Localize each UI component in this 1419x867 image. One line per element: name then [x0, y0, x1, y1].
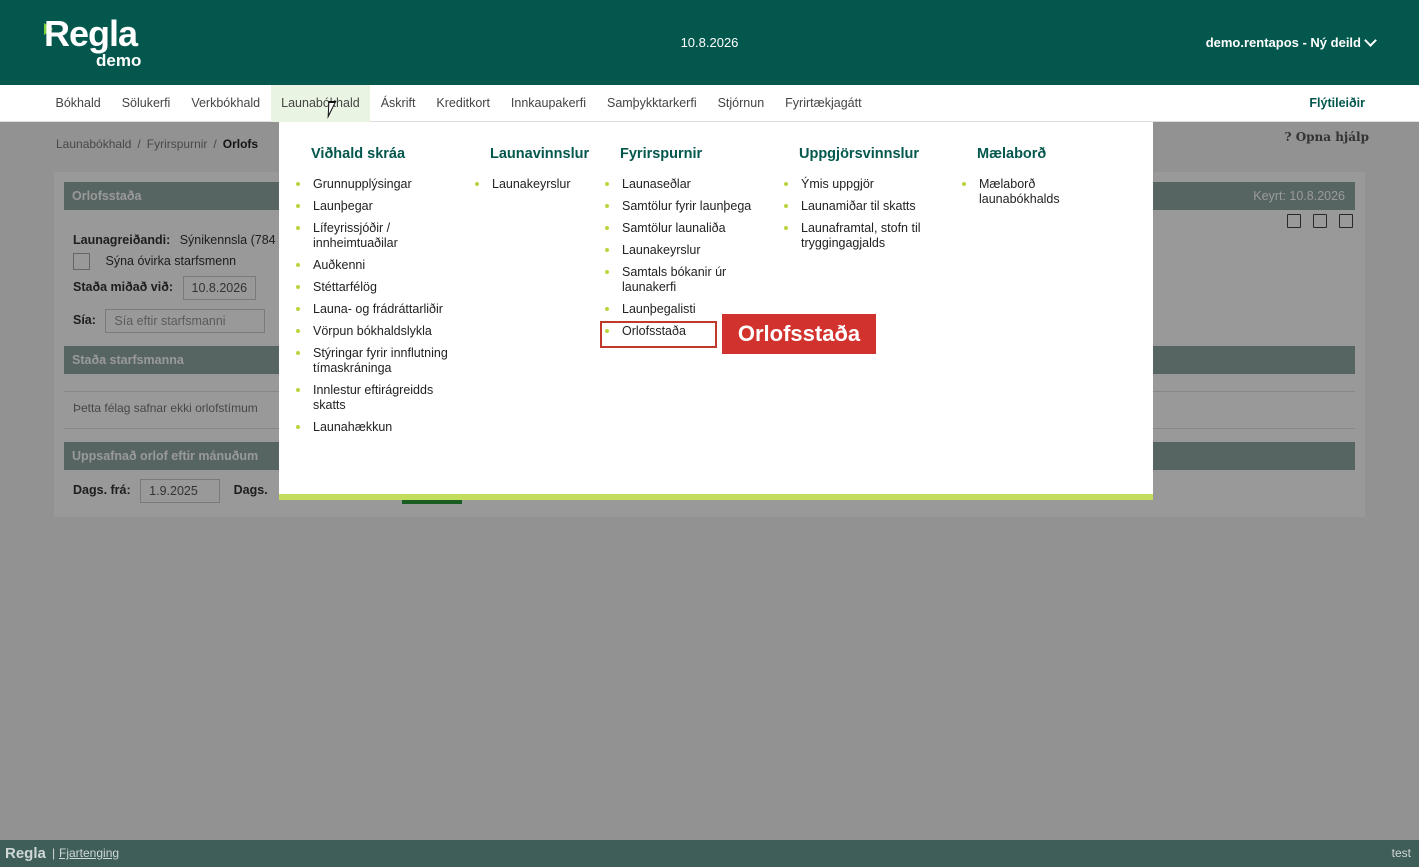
mega-menu-item[interactable]: Mælaborð launabókhalds	[962, 177, 1089, 207]
remote-link[interactable]: Fjartenging	[59, 840, 119, 867]
mega-menu-item-label: Launa- og frádráttarliðir	[313, 302, 443, 316]
mega-menu-list: Grunnupplýsingar Launþegar Lífeyrissjóðir …	[296, 177, 463, 442]
mega-menu-item-label: Samtölur launaliða	[622, 221, 726, 235]
bullet-icon	[605, 248, 609, 252]
mega-menu-item[interactable]: Launakeyrslur	[605, 243, 772, 258]
mega-menu-item[interactable]: Launahækkun	[296, 420, 463, 435]
mega-menu-item-label: Launamiðar til skatts	[801, 199, 916, 213]
mega-menu-item-label: Samtals bókanir úr launakerfi	[622, 265, 727, 294]
bullet-icon	[296, 182, 300, 186]
mega-menu-item[interactable]: Lífeyrissjóðir / innheimtuaðilar	[296, 221, 463, 251]
mega-menu-item-label: Samtölur fyrir launþega	[622, 199, 752, 213]
nav-items: Bókhald Sölukerfi Verkbókhald Launabókhald Á…	[45, 85, 872, 122]
mega-menu-heading: Mælaborð	[977, 146, 1047, 162]
mega-menu-item[interactable]: Samtölur fyrir launþega	[605, 199, 772, 214]
mega-menu-item-label: Grunnupplýsingar	[313, 177, 412, 191]
bullet-icon	[296, 388, 300, 392]
mega-menu-item-label: Lífeyrissjóðir / innheimtuaðilar	[313, 221, 398, 250]
mega-menu-item[interactable]: Launamiðar til skatts	[784, 199, 951, 214]
footer-logo: Regla	[5, 845, 46, 862]
nav-item[interactable]: Sölukerfi	[111, 85, 181, 122]
top-header: Regla demo 10.8.2026 demo.rentapos - Ný …	[0, 0, 1419, 85]
mega-menu-item[interactable]: Stéttarfélög	[296, 280, 463, 295]
mega-menu-item[interactable]: Samtölur launaliða	[605, 221, 772, 236]
highlight-box	[600, 321, 717, 348]
bullet-icon	[296, 329, 300, 333]
mega-menu-item-label: Stýringar fyrir innflutning tímaskráning…	[313, 346, 448, 375]
bullet-icon	[296, 263, 300, 267]
mega-menu-item[interactable]: Ýmis uppgjör	[784, 177, 951, 192]
mega-menu-item[interactable]: Launaframtal, stofn til tryggingagjalds	[784, 221, 951, 251]
mega-menu-item[interactable]: Stýringar fyrir innflutning tímaskráning…	[296, 346, 463, 376]
bullet-icon	[605, 182, 609, 186]
mega-menu-heading: Viðhald skráa	[311, 146, 406, 162]
mega-menu-item-label: Launakeyrslur	[622, 243, 701, 257]
mega-menu-heading: Launavinnslur	[490, 146, 590, 162]
mega-menu-list: Mælaborð launabókhalds	[962, 177, 1089, 214]
nav-item[interactable]: Áskrift	[370, 85, 426, 122]
chevron-down-icon	[1364, 34, 1377, 47]
mega-menu-item-label: Launaframtal, stofn til tryggingagjalds	[801, 221, 921, 250]
mega-menu-item[interactable]: Launa- og frádráttarliðir	[296, 302, 463, 317]
bullet-icon	[605, 226, 609, 230]
mega-menu-item[interactable]: Auðkenni	[296, 258, 463, 273]
mega-menu-item[interactable]: Launakeyrslur	[475, 177, 597, 192]
mega-menu-item-label: Ýmis uppgjör	[801, 177, 874, 191]
nav-item[interactable]: Bókhald	[45, 85, 111, 122]
mega-menu-heading: Fyrirspurnir	[620, 146, 703, 162]
mega-menu-item[interactable]: Launaseðlar	[605, 177, 772, 192]
mega-menu-item[interactable]: Launþegar	[296, 199, 463, 214]
environment-label: test	[1391, 846, 1411, 860]
bullet-icon	[784, 182, 788, 186]
user-menu-label: demo.rentapos - Ný deild	[1205, 35, 1361, 50]
nav-item[interactable]: Stjórnun	[707, 85, 775, 122]
nav-item[interactable]: Kreditkort	[426, 85, 501, 122]
bullet-icon	[296, 204, 300, 208]
logo-subtitle: demo	[96, 51, 142, 70]
mega-menu-item-label: Mælaborð launabókhalds	[979, 177, 1060, 206]
mega-menu-heading: Uppgjörsvinnslur	[799, 146, 920, 162]
bullet-icon	[784, 226, 788, 230]
bullet-icon	[296, 285, 300, 289]
bullet-icon	[296, 307, 300, 311]
nav-item[interactable]: Verkbókhald	[181, 85, 271, 122]
footer: Regla | Fjartenging test	[0, 840, 1419, 867]
bullet-icon	[605, 204, 609, 208]
bullet-icon	[296, 425, 300, 429]
nav-item[interactable]: Innkaupakerfi	[500, 85, 596, 122]
nav-item[interactable]: Samþykktarkerfi	[596, 85, 707, 122]
main-nav: Bókhald Sölukerfi Verkbókhald Launabókhald Á…	[0, 85, 1419, 122]
mega-menu-item-label: Launaseðlar	[622, 177, 691, 191]
mega-menu-list: Ýmis uppgjör Launamiðar til skatts Launafr…	[784, 177, 951, 258]
mega-menu-item-label: Auðkenni	[313, 258, 366, 272]
user-menu[interactable]: demo.rentapos - Ný deild	[1205, 34, 1377, 50]
mega-menu-item[interactable]: Vörpun bókhaldslykla	[296, 324, 463, 339]
mega-menu-item-label: Launahækkun	[313, 420, 393, 434]
mega-menu-item-label: Vörpun bókhaldslykla	[313, 324, 432, 338]
mouse-cursor-icon	[327, 101, 337, 119]
mega-menu-item-label: Launþegalisti	[622, 302, 696, 316]
bullet-icon	[296, 226, 300, 230]
annotation-callout: Orlofsstaða	[722, 314, 876, 354]
bullet-icon	[475, 182, 479, 186]
shortcuts-link[interactable]: Flýtileiðir	[1309, 85, 1365, 122]
mega-menu-list: Launakeyrslur	[475, 177, 597, 199]
launabokhald-mega-menu: Mælaborð Mælaborð launabókhalds Uppgjörsvi…	[279, 122, 1153, 500]
mega-menu-item-label: Launakeyrslur	[492, 177, 571, 191]
footer-separator: |	[52, 846, 56, 860]
mega-menu-item-label: Stéttarfélög	[313, 280, 377, 294]
mega-menu-item-label: Launþegar	[313, 199, 373, 213]
mega-menu-item[interactable]: Grunnupplýsingar	[296, 177, 463, 192]
bullet-icon	[296, 351, 300, 355]
bullet-icon	[962, 182, 966, 186]
nav-item[interactable]: Fyrirtækjagátt	[775, 85, 872, 122]
bullet-icon	[784, 204, 788, 208]
mega-menu-item[interactable]: Innlestur eftirágreidds skatts	[296, 383, 463, 413]
mega-menu-item[interactable]: Samtals bókanir úr launakerfi	[605, 265, 772, 295]
bullet-icon	[605, 270, 609, 274]
nav-item[interactable]: Launabókhald	[270, 85, 371, 122]
bullet-icon	[605, 307, 609, 311]
mega-menu-item-label: Innlestur eftirágreidds skatts	[313, 383, 434, 412]
